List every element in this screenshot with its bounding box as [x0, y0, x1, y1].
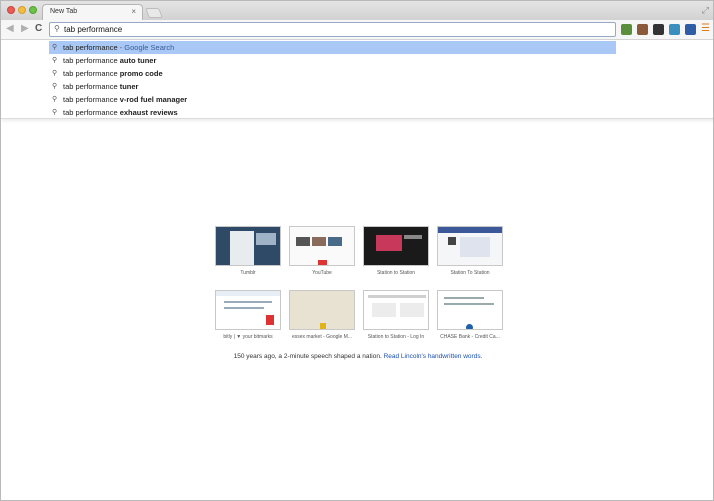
tab-new-tab[interactable]: New Tab ×	[42, 4, 143, 20]
most-visited-tile[interactable]: essex market - Google M...	[289, 290, 355, 340]
tile-label: YouTube	[312, 270, 332, 276]
hamburger-menu-icon[interactable]: ☰	[701, 24, 710, 34]
puzzle-icon[interactable]	[621, 24, 632, 35]
suggestion-query: tab performance	[63, 82, 120, 91]
search-icon: ⚲	[54, 24, 60, 33]
most-visited-tile[interactable]: YouTube	[289, 226, 355, 276]
suggestion-text: tab performance auto tuner	[63, 56, 156, 65]
suggestion-text: tab performance tuner	[63, 82, 138, 91]
suggestion-completion: auto tuner	[119, 56, 157, 65]
suggestion-query: tab performance	[63, 108, 120, 117]
suggestion-completion: v-rod fuel manager	[119, 95, 188, 104]
most-visited-tile[interactable]: CHASE Bank - Credit Ca...	[437, 290, 503, 340]
avatar-icon[interactable]	[637, 24, 648, 35]
tile-thumbnail[interactable]	[215, 290, 281, 330]
reload-button[interactable]: C	[35, 23, 42, 34]
tile-thumbnail[interactable]	[437, 290, 503, 330]
suggestion-item[interactable]: ⚲ tab performance auto tuner	[49, 54, 616, 67]
suggestion-text: tab performance - Google Search	[63, 43, 174, 52]
search-icon: ⚲	[52, 83, 58, 90]
suggestion-query: tab performance	[63, 95, 120, 104]
suggestion-completion: tuner	[119, 82, 139, 91]
suggestion-item[interactable]: ⚲ tab performance v-rod fuel manager	[49, 93, 616, 106]
tile-thumbnail[interactable]	[363, 290, 429, 330]
tab-strip: New Tab × ⤢	[1, 1, 713, 20]
suggestion-text: tab performance v-rod fuel manager	[63, 95, 187, 104]
download-icon[interactable]	[669, 24, 680, 35]
toolbar: ◀ ▶ C ⚲ tab performance ☰	[1, 20, 713, 40]
suggestion-query: tab performance	[63, 69, 120, 78]
search-icon: ⚲	[52, 96, 58, 103]
suggestion-completion: exhaust reviews	[119, 108, 178, 117]
promo-text: 150 years ago, a 2-minute speech shaped …	[233, 353, 384, 360]
tile-label: CHASE Bank - Credit Ca...	[440, 334, 500, 340]
tile-label: Station to Station - Log In	[367, 334, 425, 340]
tile-thumbnail[interactable]	[437, 226, 503, 266]
most-visited-tile[interactable]: bitly | ▼ your bitmarks	[215, 290, 281, 340]
back-button[interactable]: ◀	[6, 23, 14, 34]
suggestion-query: tab performance	[63, 56, 120, 65]
tile-label: Tumblr	[240, 270, 256, 276]
close-window-icon[interactable]	[7, 6, 15, 14]
most-visited-tile[interactable]: Station to Station	[363, 226, 429, 276]
most-visited-tile[interactable]: Station To Station	[437, 226, 503, 276]
promo-link[interactable]: Read Lincoln's handwritten words.	[384, 353, 483, 360]
search-icon: ⚲	[52, 44, 58, 51]
promo-message: 150 years ago, a 2-minute speech shaped …	[1, 353, 713, 360]
suggestion-text: tab performance promo code	[63, 69, 163, 78]
tile-thumbnail[interactable]	[289, 290, 355, 330]
tile-label: Station to Station	[376, 270, 416, 276]
search-icon: ⚲	[52, 109, 58, 116]
minimize-window-icon[interactable]	[18, 6, 26, 14]
suggestion-item[interactable]: ⚲ tab performance exhaust reviews	[49, 106, 616, 119]
suggestion-item[interactable]: ⚲ tab performance promo code	[49, 67, 616, 80]
maximize-window-icon[interactable]	[29, 6, 37, 14]
tile-label: Station To Station	[450, 270, 490, 276]
suggestion-item[interactable]: ⚲ tab performance - Google Search	[49, 41, 616, 54]
tile-thumbnail[interactable]	[363, 226, 429, 266]
search-icon: ⚲	[52, 70, 58, 77]
forward-button[interactable]: ▶	[21, 23, 29, 34]
tile-thumbnail[interactable]	[289, 226, 355, 266]
most-visited-tile[interactable]: Tumblr	[215, 226, 281, 276]
tile-label: essex market - Google M...	[291, 334, 353, 340]
suggestion-completion: promo code	[119, 69, 163, 78]
new-tab-button[interactable]	[145, 8, 163, 18]
graduation-cap-icon[interactable]	[653, 24, 664, 35]
tile-thumbnail[interactable]	[215, 226, 281, 266]
omnibox-suggestions: ⚲ tab performance - Google Search ⚲ tab per…	[1, 40, 713, 119]
browser-window: New Tab × ⤢ ◀ ▶ C ⚲ tab performance ☰ ⚲ t…	[0, 0, 714, 501]
tile-label: bitly | ▼ your bitmarks	[223, 334, 273, 340]
search-icon: ⚲	[52, 57, 58, 64]
omnibox-input[interactable]: tab performance	[64, 25, 122, 34]
suggestion-query: tab performance	[63, 43, 118, 52]
suggestion-item[interactable]: ⚲ tab performance tuner	[49, 80, 616, 93]
bookmark-icon[interactable]	[685, 24, 696, 35]
suggestion-text: tab performance exhaust reviews	[63, 108, 178, 117]
suggestion-engine: - Google Search	[117, 43, 175, 52]
tab-title: New Tab	[50, 8, 78, 15]
most-visited-tile[interactable]: Station to Station - Log In	[363, 290, 429, 340]
fullscreen-icon[interactable]: ⤢	[702, 5, 709, 16]
tab-close-icon[interactable]: ×	[131, 7, 136, 16]
omnibox[interactable]: ⚲ tab performance	[49, 22, 616, 37]
